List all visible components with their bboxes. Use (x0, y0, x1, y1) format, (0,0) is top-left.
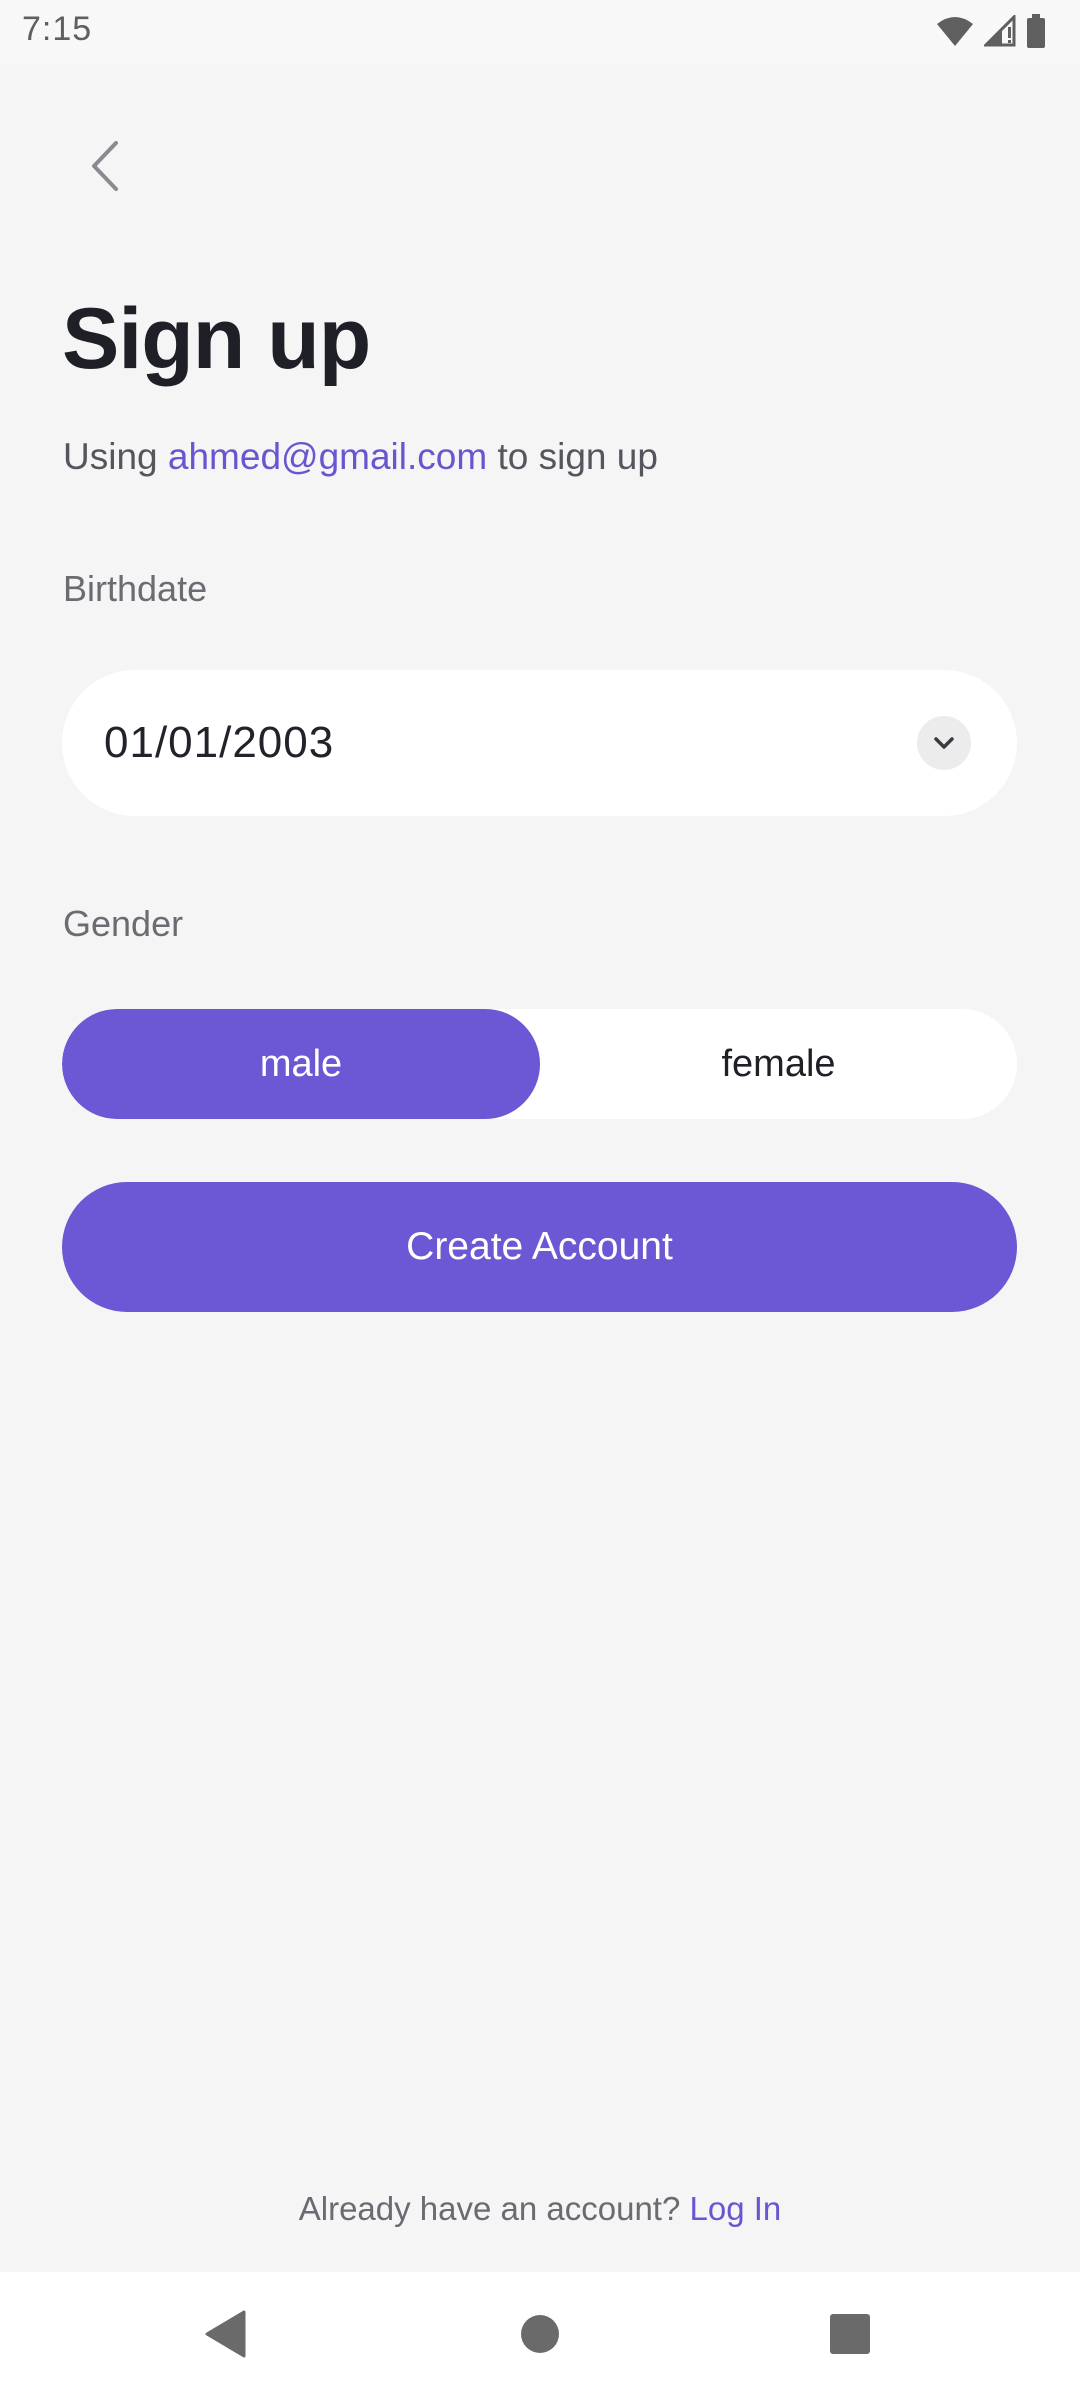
signal-icon (984, 15, 1016, 47)
back-button[interactable] (70, 128, 140, 208)
gender-label: Gender (63, 903, 184, 944)
subtitle-prefix: Using (63, 436, 168, 477)
wifi-icon (936, 15, 974, 47)
gender-option-male[interactable]: male (62, 1009, 540, 1119)
login-link[interactable]: Log In (690, 2190, 782, 2227)
signup-screen: 7:15 Sign up Using ahmed@gmail.com to si… (0, 0, 1080, 2400)
email-address: ahmed@gmail.com (167, 436, 488, 477)
nav-home-button[interactable] (480, 2272, 600, 2400)
create-account-button[interactable]: Create Account (62, 1182, 1017, 1312)
nav-recents-button[interactable] (790, 2272, 910, 2400)
birthdate-label: Birthdate (63, 568, 208, 609)
system-nav-bar (0, 2272, 1080, 2400)
page-title: Sign up (62, 291, 371, 387)
login-prompt: Already have an account? Log In (0, 2190, 1080, 2228)
chevron-down-icon[interactable] (917, 716, 971, 770)
status-icons (936, 14, 1046, 48)
login-prompt-text: Already have an account? (298, 2190, 690, 2227)
recents-square-icon (829, 2313, 871, 2360)
status-bar: 7:15 (0, 0, 1080, 64)
subtitle-suffix: to sign up (487, 436, 658, 477)
gender-toggle: male female (62, 1009, 1017, 1119)
back-triangle-icon (204, 2310, 248, 2363)
home-circle-icon (519, 2313, 561, 2360)
battery-icon (1026, 14, 1046, 48)
status-time: 7:15 (22, 10, 93, 48)
birthdate-picker[interactable]: 01/01/2003 (62, 670, 1017, 816)
nav-back-button[interactable] (166, 2272, 286, 2400)
gender-option-female[interactable]: female (540, 1009, 1017, 1119)
signup-subtitle: Using ahmed@gmail.com to sign up (63, 436, 658, 478)
birthdate-value: 01/01/2003 (104, 718, 335, 767)
chevron-left-icon (88, 139, 122, 198)
